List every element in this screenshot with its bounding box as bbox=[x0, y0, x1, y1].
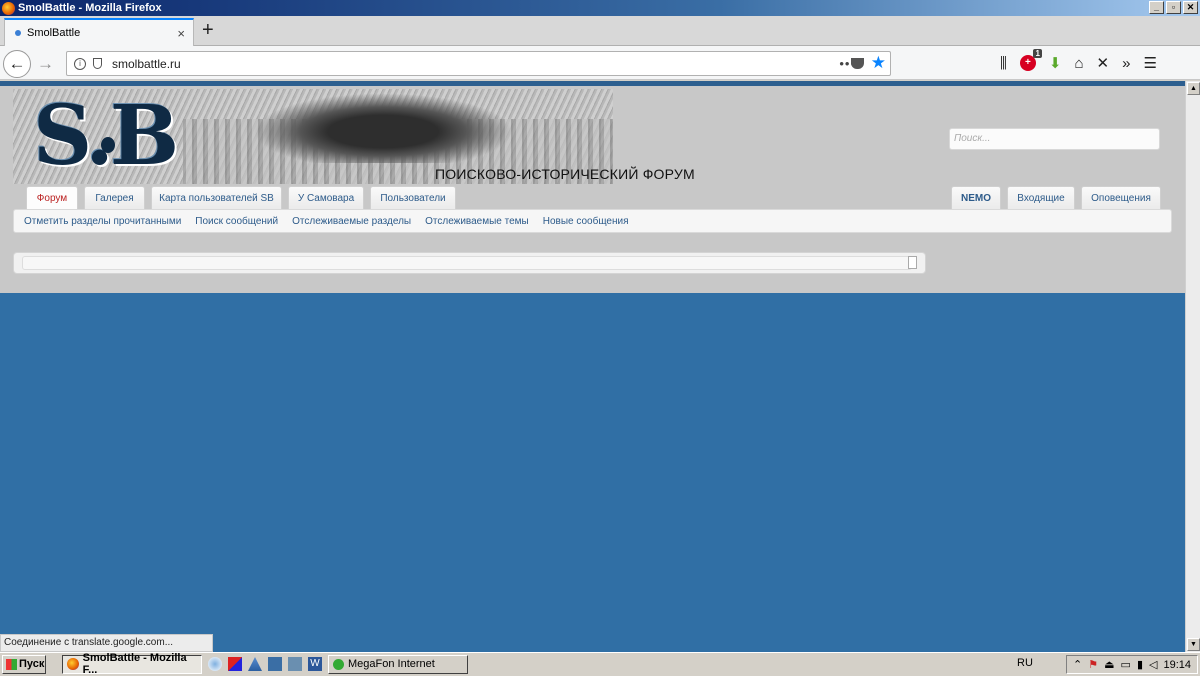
quicklaunch-app-icon[interactable] bbox=[228, 657, 242, 671]
tab-user-map[interactable]: Карта пользователей SB bbox=[151, 186, 282, 210]
tracking-shield-icon[interactable] bbox=[93, 58, 102, 69]
close-window-button[interactable]: ✕ bbox=[1183, 1, 1198, 14]
close-icon[interactable]: ✕ bbox=[1097, 54, 1110, 72]
navigation-toolbar: ← → i smolbattle.ru ••• ★ ⫼ +1 ⬇ ⌂ ✕ » ☰ bbox=[0, 46, 1200, 80]
site-subtitle: ПОИСКОВО-ИСТОРИЧЕСКИЙ ФОРУМ bbox=[435, 166, 695, 182]
tray-monitor-icon[interactable]: ▭ bbox=[1121, 658, 1131, 671]
site-header: S.B ПОИСКОВО-ИСТОРИЧЕСКИЙ ФОРУМ Поиск...… bbox=[0, 81, 1185, 293]
megafon-icon bbox=[333, 658, 344, 670]
toolbar-actions: ⫼ +1 ⬇ ⌂ ✕ » ☰ bbox=[1000, 49, 1157, 72]
addon-badge-count: 1 bbox=[1033, 49, 1042, 58]
mark-forums-read-link[interactable]: Отметить разделы прочитанными bbox=[24, 216, 181, 227]
tray-security-icon[interactable]: ⚑ bbox=[1088, 658, 1098, 671]
start-button[interactable]: Пуск bbox=[2, 654, 46, 674]
tab-strip: SmolBattle × + bbox=[0, 16, 1200, 46]
tab-samovar[interactable]: У Самовара bbox=[288, 186, 364, 210]
minimize-button[interactable]: _ bbox=[1149, 1, 1164, 14]
start-label: Пуск bbox=[19, 658, 45, 670]
quicklaunch-ie-icon[interactable] bbox=[208, 657, 222, 671]
home-icon[interactable]: ⌂ bbox=[1074, 55, 1083, 72]
forward-button[interactable]: → bbox=[37, 54, 54, 74]
tab-title: SmolBattle bbox=[27, 27, 81, 39]
library-icon[interactable]: ⫼ bbox=[1000, 55, 1007, 72]
tab-close-icon[interactable]: × bbox=[177, 26, 185, 41]
bookmark-star-icon[interactable]: ★ bbox=[871, 53, 886, 73]
page-viewport: S.B ПОИСКОВО-ИСТОРИЧЕСКИЙ ФОРУМ Поиск...… bbox=[0, 81, 1185, 652]
tray-usb-icon[interactable]: ⏏ bbox=[1104, 658, 1114, 671]
download-icon[interactable]: ⬇ bbox=[1049, 54, 1062, 72]
hamburger-menu-icon[interactable]: ☰ bbox=[1143, 54, 1156, 72]
quicklaunch-triangle-icon[interactable] bbox=[248, 657, 262, 671]
quicklaunch-network-icon[interactable] bbox=[288, 657, 302, 671]
inbox-tab[interactable]: Входящие bbox=[1007, 186, 1075, 210]
firefox-taskbar-icon bbox=[67, 658, 79, 670]
scroll-down-arrow-icon[interactable]: ▼ bbox=[1187, 638, 1200, 651]
back-button[interactable]: ← bbox=[3, 50, 31, 78]
quicklaunch-word-icon[interactable]: W bbox=[308, 657, 322, 671]
breadcrumb-track[interactable] bbox=[22, 256, 912, 270]
site-favicon-icon bbox=[15, 30, 21, 36]
banner-eagle-image bbox=[253, 93, 513, 163]
windows-taskbar: Пуск SmolBattle - Mozilla F... W MegaFon… bbox=[0, 652, 1200, 676]
account-tab-nemo[interactable]: NEMO bbox=[951, 186, 1001, 210]
top-stripe bbox=[0, 81, 1185, 86]
new-posts-link[interactable]: Новые сообщения bbox=[543, 216, 629, 227]
tray-signal-icon[interactable]: ▮ bbox=[1137, 658, 1143, 671]
page-document-icon[interactable] bbox=[908, 256, 917, 269]
tab-members[interactable]: Пользователи bbox=[370, 186, 456, 210]
overflow-chevron-icon[interactable]: » bbox=[1122, 55, 1130, 72]
site-info-icon[interactable]: i bbox=[74, 57, 86, 70]
alerts-tab[interactable]: Оповещения bbox=[1081, 186, 1161, 210]
breadcrumb bbox=[13, 252, 926, 274]
browser-tab-smolbattle[interactable]: SmolBattle × bbox=[4, 18, 194, 46]
taskbar-megafon-label: MegaFon Internet bbox=[348, 658, 435, 670]
search-input[interactable]: Поиск... bbox=[949, 128, 1160, 150]
window-title: SmolBattle - Mozilla Firefox bbox=[18, 2, 162, 14]
maximize-button[interactable]: ▫ bbox=[1166, 1, 1181, 14]
firefox-icon bbox=[2, 1, 15, 15]
taskbar-firefox-label: SmolBattle - Mozilla F... bbox=[82, 652, 187, 676]
taskbar-firefox-window[interactable]: SmolBattle - Mozilla F... bbox=[62, 652, 202, 676]
watched-forums-link[interactable]: Отслеживаемые разделы bbox=[292, 216, 411, 227]
language-indicator[interactable]: RU bbox=[1017, 657, 1033, 669]
search-posts-link[interactable]: Поиск сообщений bbox=[195, 216, 278, 227]
watched-threads-link[interactable]: Отслеживаемые темы bbox=[425, 216, 529, 227]
window-title-bar: SmolBattle - Mozilla Firefox _ ▫ ✕ bbox=[0, 0, 1200, 16]
tab-gallery[interactable]: Галерея bbox=[84, 186, 145, 210]
taskbar-megafon-window[interactable]: MegaFon Internet bbox=[328, 654, 468, 674]
tray-volume-icon[interactable]: ◁ bbox=[1149, 658, 1157, 671]
forum-sub-navigation: Отметить разделы прочитанными Поиск сооб… bbox=[13, 209, 1172, 233]
window-controls: _ ▫ ✕ bbox=[1149, 1, 1198, 14]
site-logo[interactable]: S.B bbox=[33, 91, 179, 181]
addon-badge-icon[interactable]: +1 bbox=[1019, 49, 1042, 71]
pocket-icon[interactable] bbox=[851, 58, 864, 69]
tray-clock[interactable]: 19:14 bbox=[1163, 659, 1191, 671]
system-tray: ⌃ ⚑ ⏏ ▭ ▮ ◁ 19:14 bbox=[1066, 655, 1198, 674]
status-bar-text: Соединение с translate.google.com... bbox=[0, 634, 213, 652]
quicklaunch-tool-icon[interactable] bbox=[268, 657, 282, 671]
new-tab-button[interactable]: + bbox=[202, 20, 214, 40]
url-text[interactable]: smolbattle.ru bbox=[112, 57, 181, 71]
windows-logo-icon bbox=[6, 658, 17, 670]
address-bar[interactable]: i smolbattle.ru ••• ★ bbox=[66, 51, 891, 76]
scroll-up-arrow-icon[interactable]: ▲ bbox=[1187, 82, 1200, 95]
tray-expand-chevron-icon[interactable]: ⌃ bbox=[1073, 658, 1082, 671]
vertical-scrollbar[interactable]: ▲ ▼ bbox=[1185, 81, 1200, 652]
grenade-emblem-icon bbox=[101, 137, 115, 153]
